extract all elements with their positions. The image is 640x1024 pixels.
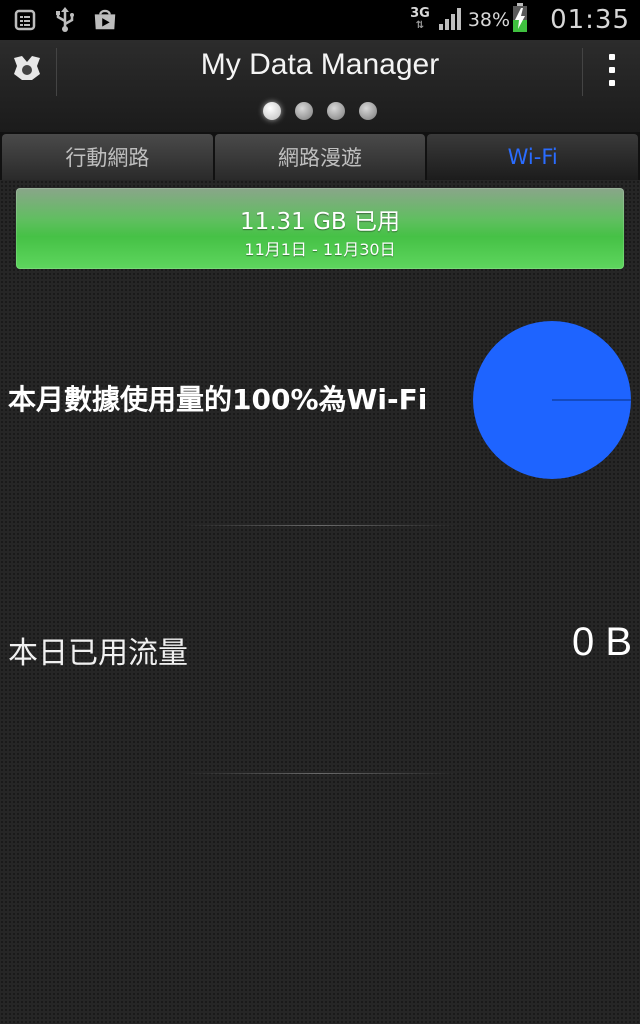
separator [180,773,460,774]
play-store-icon [92,7,118,33]
action-bar: My Data Manager [0,40,640,132]
app-title: My Data Manager [200,48,440,81]
usage-period: 11月1日 - 11月30日 [244,240,396,259]
separator [180,525,460,526]
usage-amount: 11.31 GB 已用 [239,209,401,235]
usb-icon [52,7,78,33]
tab-wifi[interactable]: Wi-Fi [427,134,639,180]
tab-roaming[interactable]: 網路漫遊 [214,134,426,180]
page-dot-2[interactable] [295,102,313,120]
notes-icon [12,7,38,33]
network-type: 3G ⇅ [410,6,430,31]
today-usage-value: 0 B [571,620,632,664]
status-bar: 3G ⇅ 38% 01:35 [0,0,640,40]
overflow-menu-icon[interactable] [600,52,624,88]
battery-percent: 38% [467,9,511,31]
clock: 01:35 [550,5,630,35]
signal-icon [438,6,464,34]
page-indicator[interactable] [0,102,640,120]
today-usage-label: 本日已用流量 [8,636,188,671]
page-dot-1[interactable] [263,102,281,120]
usage-pie-chart [473,321,631,479]
tab-mobile-network[interactable]: 行動網路 [2,134,213,180]
wifi-share-label: 本月數據使用量的100%為Wi-Fi [8,383,428,416]
usage-summary[interactable]: 11.31 GB 已用 11月1日 - 11月30日 [16,188,624,269]
tab-bar: 行動網路 網路漫遊 Wi-Fi [0,132,640,180]
page-dot-4[interactable] [359,102,377,120]
page-dot-3[interactable] [327,102,345,120]
divider [582,48,583,96]
battery-charging-icon [512,3,528,37]
